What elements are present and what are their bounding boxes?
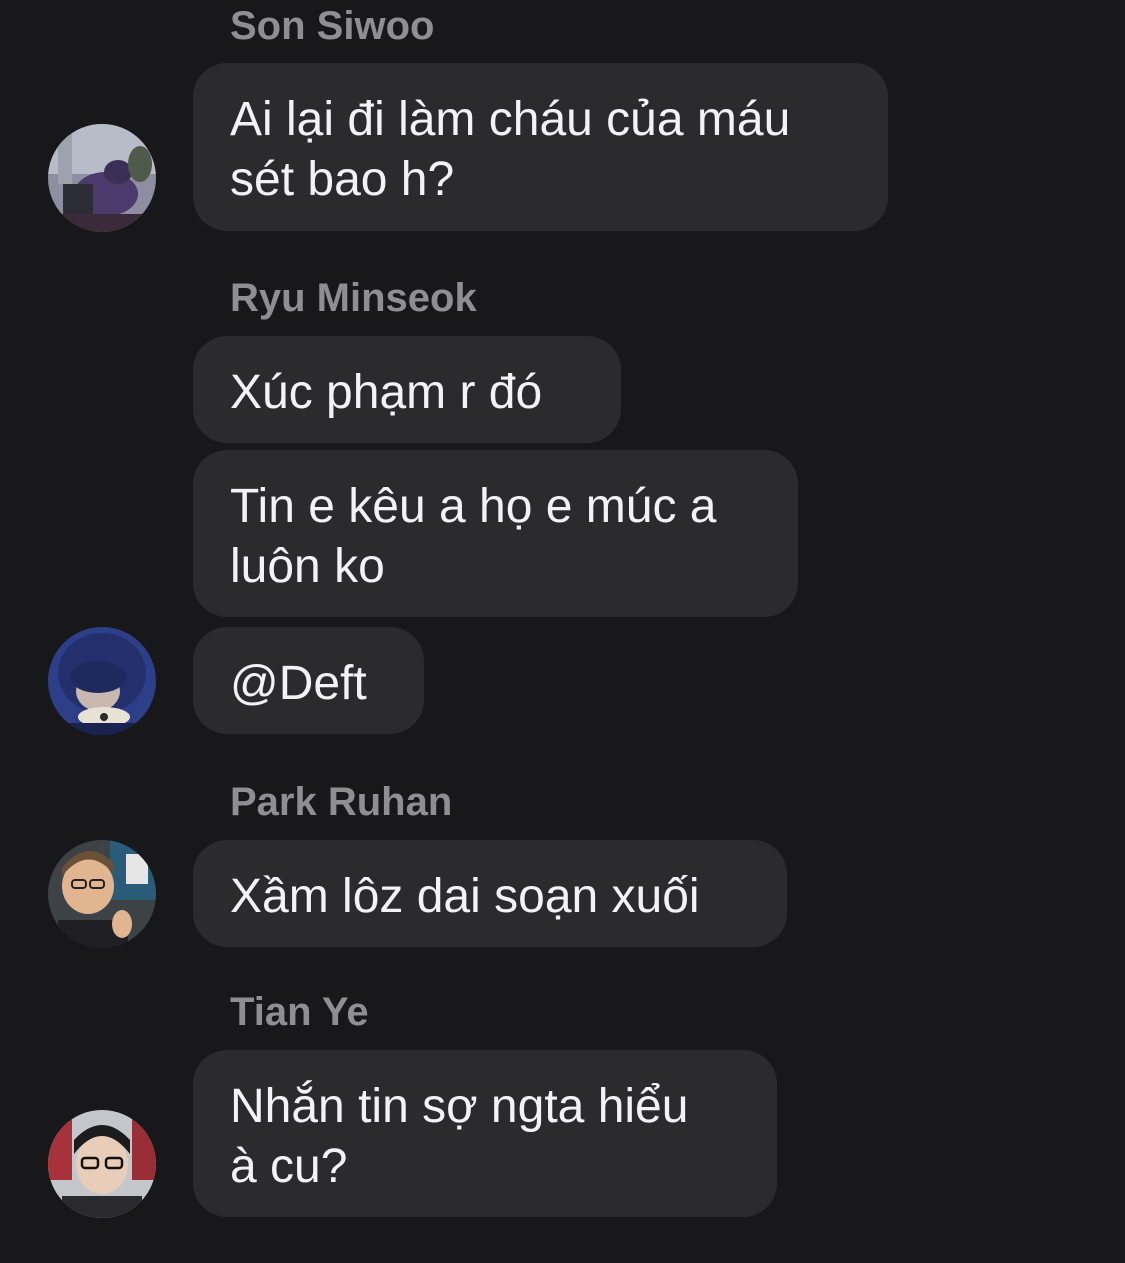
- message-bubble[interactable]: Nhắn tin sợ ngta hiểu à cu?: [193, 1050, 777, 1217]
- avatar[interactable]: [48, 124, 156, 232]
- message-bubble[interactable]: @Deft: [193, 627, 424, 734]
- message-bubble[interactable]: Xúc phạm r đó: [193, 336, 621, 443]
- sender-name: Park Ruhan: [230, 780, 453, 824]
- sender-name: Son Siwoo: [230, 4, 435, 48]
- message-bubble[interactable]: Xầm lôz dai soạn xuối: [193, 840, 787, 947]
- message-bubble[interactable]: Ai lại đi làm cháu của máu sét bao h?: [193, 63, 888, 231]
- avatar[interactable]: [48, 1110, 156, 1218]
- avatar[interactable]: [48, 840, 156, 948]
- sender-name: Ryu Minseok: [230, 276, 477, 320]
- sender-name: Tian Ye: [230, 990, 369, 1034]
- message-bubble[interactable]: Tin e kêu a họ e múc a luôn ko: [193, 450, 798, 617]
- avatar[interactable]: [48, 627, 156, 735]
